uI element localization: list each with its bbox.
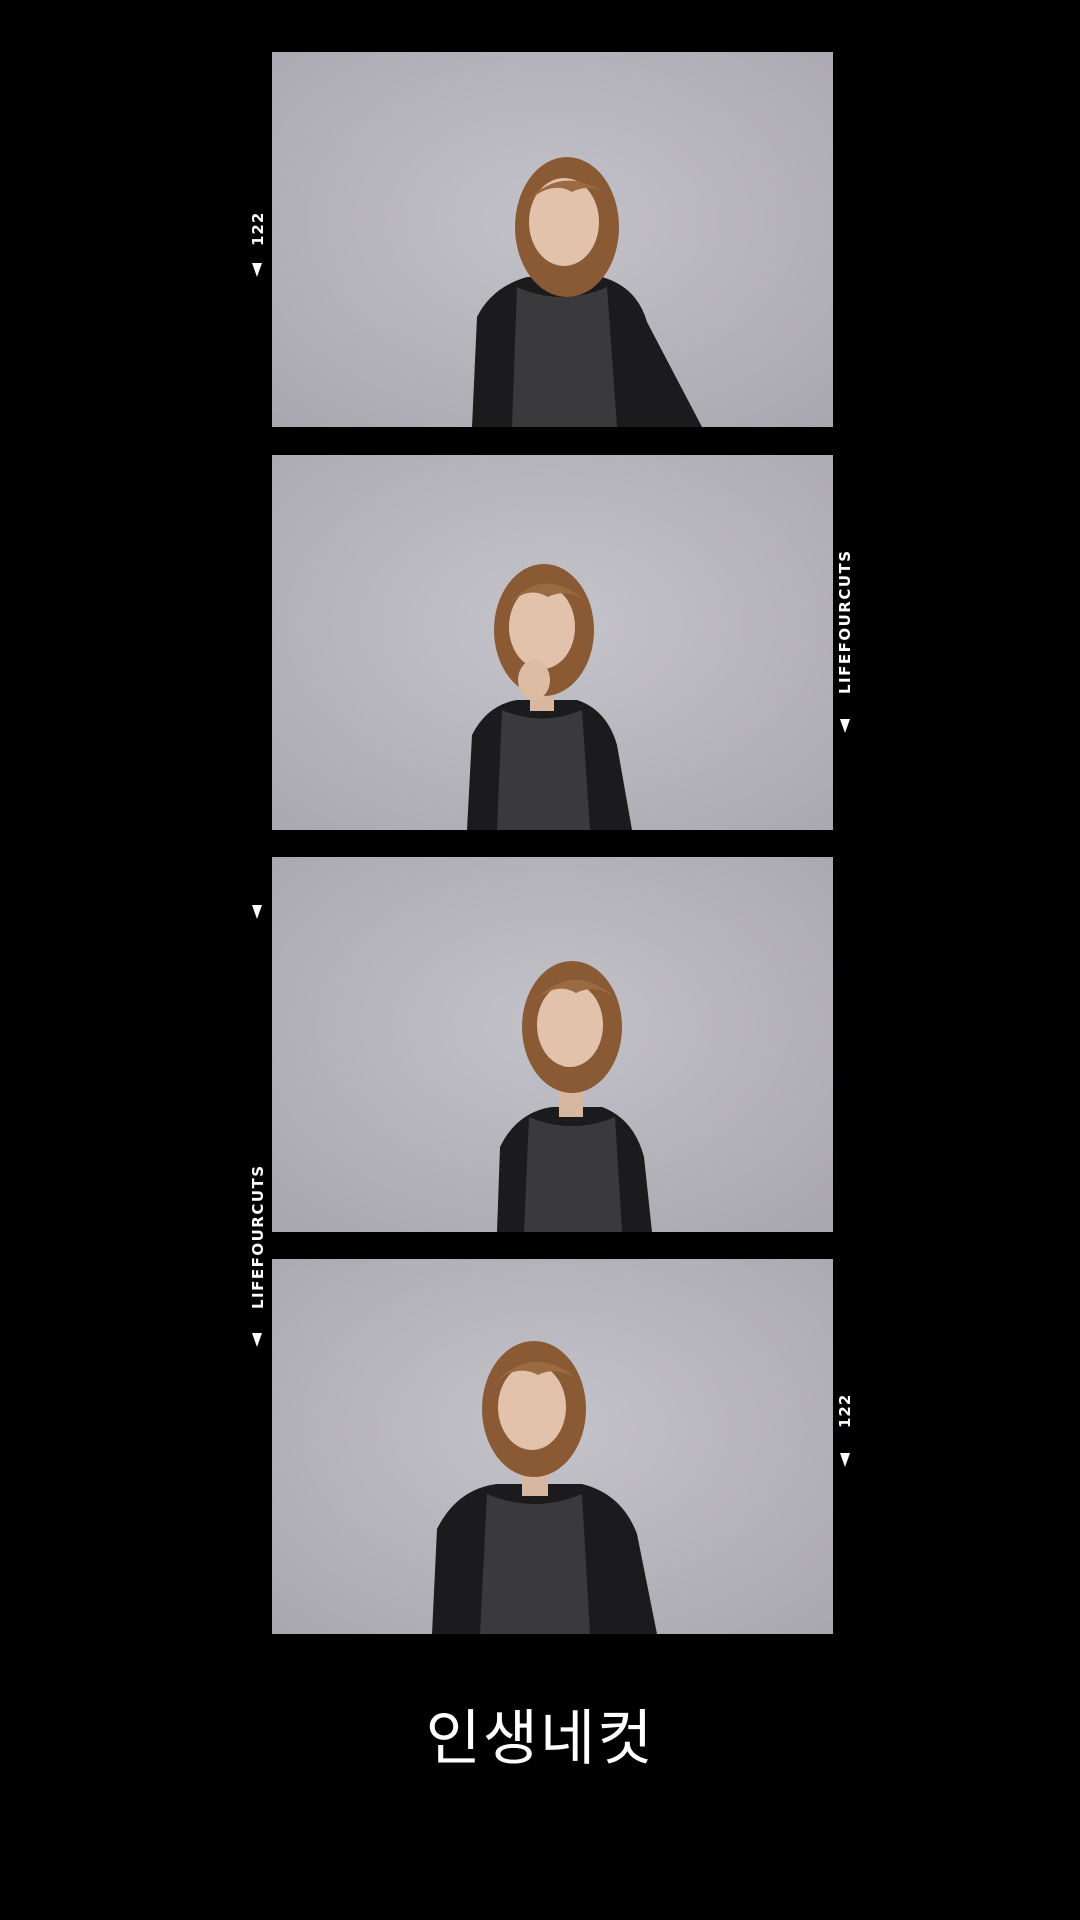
triangle-marker-icon bbox=[252, 1333, 262, 1347]
brand-mark-left: LIFEFOURCUTS bbox=[249, 1164, 267, 1309]
frame-number-bottom: 122 bbox=[836, 1393, 854, 1428]
photo-2-image bbox=[272, 455, 833, 830]
photo-4-image bbox=[272, 1259, 833, 1634]
triangle-marker-icon bbox=[252, 905, 262, 919]
photo-3-image bbox=[272, 857, 833, 1232]
brand-mark-right: LIFEFOURCUTS bbox=[836, 549, 854, 694]
frame-number-top: 122 bbox=[249, 211, 267, 246]
strip-caption: 인생네컷 bbox=[425, 1704, 655, 1774]
triangle-marker-icon bbox=[840, 719, 850, 733]
triangle-marker-icon bbox=[840, 1453, 850, 1467]
photo-frame-4 bbox=[272, 1259, 833, 1634]
photo-frame-2 bbox=[272, 455, 833, 830]
photo-frame-3 bbox=[272, 857, 833, 1232]
triangle-marker-icon bbox=[252, 263, 262, 277]
photo-frame-1 bbox=[272, 52, 833, 427]
photo-strip: 122 LIFEFOURCUTS LIFEFOURCUTS 122 인생네컷 bbox=[0, 0, 1080, 1920]
photo-1-image bbox=[272, 52, 833, 427]
